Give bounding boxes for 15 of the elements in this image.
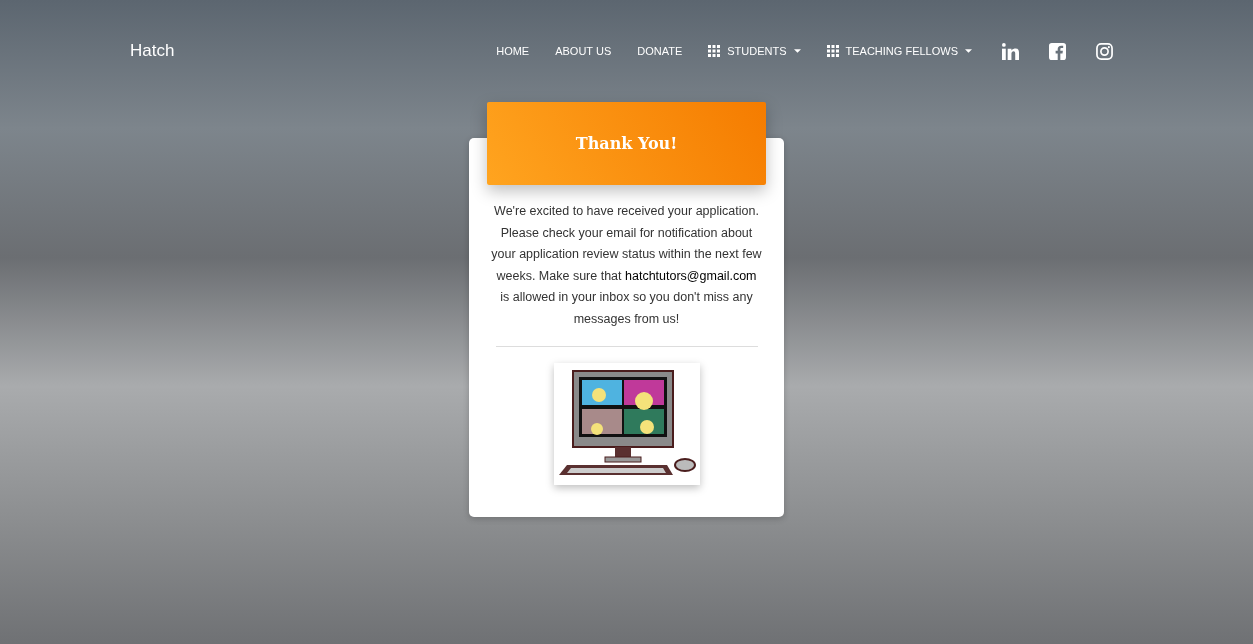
nav-link[interactable]: HOME xyxy=(496,45,530,57)
confirmation-message: We're excited to have received your application. Please check your email for notification about your application review status within the next few weeks. Make sure that hatchtutors@gmail.com is allowed in your inbox so you don't miss any messages from us! xyxy=(491,203,762,328)
brand-link[interactable]: Hatch xyxy=(130,41,175,61)
facebook-icon[interactable] xyxy=(1049,42,1066,60)
grid-icon xyxy=(826,45,839,57)
nav-dropdown[interactable]: STUDENTS xyxy=(708,45,801,57)
caret-icon xyxy=(793,49,801,53)
instagram-icon[interactable] xyxy=(1096,42,1113,60)
grid-icon xyxy=(708,45,721,57)
caret-icon xyxy=(965,49,972,53)
nav-link[interactable]: ABOUT US xyxy=(555,45,612,57)
nav-link[interactable]: DONATE xyxy=(637,45,683,57)
nav-dropdown[interactable]: TEACHING FELLOWS xyxy=(826,45,972,57)
linkedin-icon[interactable] xyxy=(1002,42,1019,60)
card-title: Thank You! xyxy=(575,134,678,153)
